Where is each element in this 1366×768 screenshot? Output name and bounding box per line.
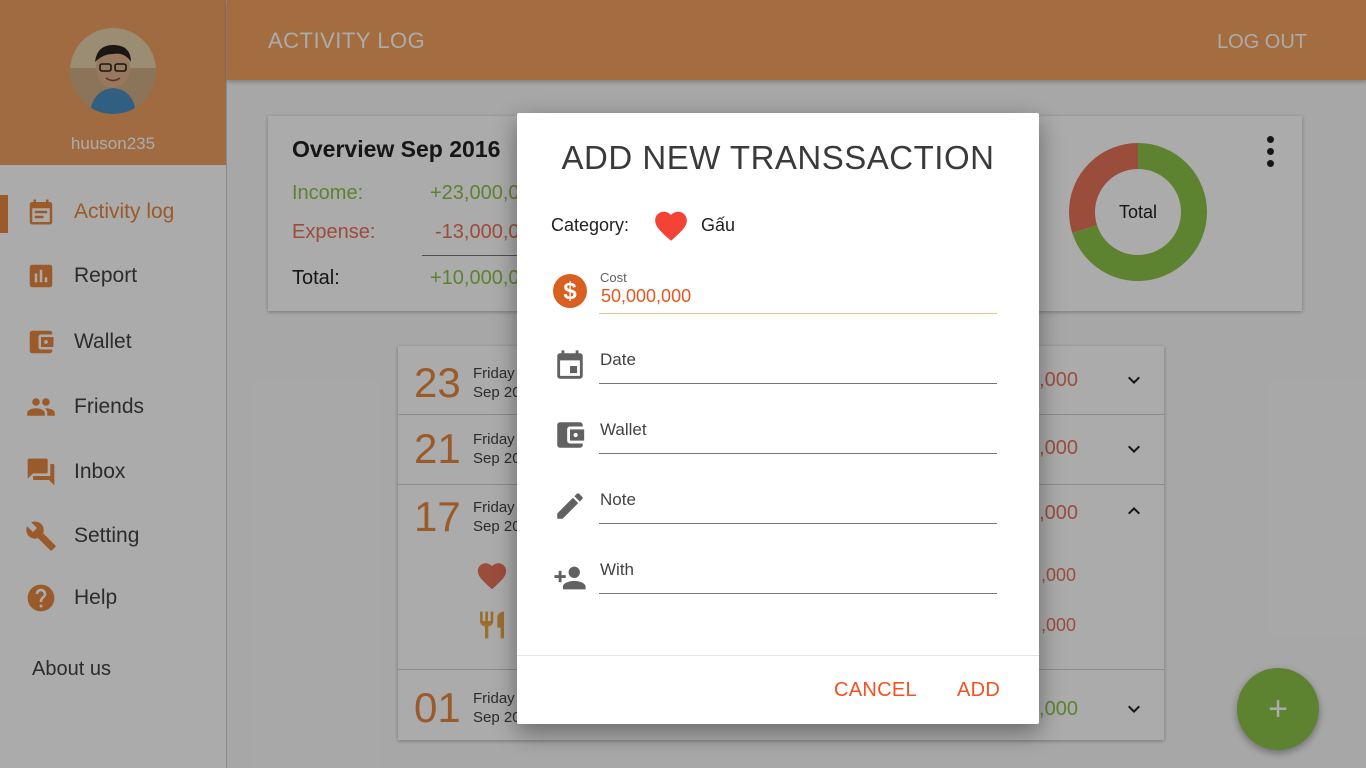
dollar-icon: $: [553, 274, 587, 308]
date-placeholder: Date: [600, 350, 636, 369]
svg-text:$: $: [563, 278, 577, 305]
dialog-divider: [517, 655, 1039, 656]
pencil-icon: [557, 493, 583, 519]
dialog-title: ADD NEW TRANSSACTION: [561, 139, 995, 176]
calendar-event-icon: [557, 350, 583, 379]
add-button[interactable]: ADD: [957, 679, 1000, 702]
note-placeholder: Note: [600, 490, 636, 509]
heart-icon[interactable]: [651, 207, 691, 245]
with-placeholder: With: [600, 560, 634, 579]
wallet-field[interactable]: Wallet: [599, 410, 997, 454]
wallet-icon: [557, 422, 585, 448]
add-transaction-dialog: ADD NEW TRANSSACTION Category: Gấu $ Cos…: [517, 113, 1039, 724]
with-field[interactable]: With: [599, 550, 997, 594]
cost-value: 50,000,000: [601, 286, 692, 306]
cost-label: Cost: [600, 270, 627, 285]
note-field[interactable]: Note: [599, 480, 997, 524]
cancel-button[interactable]: CANCEL: [834, 679, 917, 702]
person-add-icon: [554, 566, 586, 590]
cost-field[interactable]: Cost 50,000,000: [599, 270, 997, 314]
category-name: Gấu: [701, 215, 736, 235]
category-label: Category:: [551, 215, 630, 235]
wallet-placeholder: Wallet: [600, 420, 647, 439]
date-field[interactable]: Date: [599, 340, 997, 384]
